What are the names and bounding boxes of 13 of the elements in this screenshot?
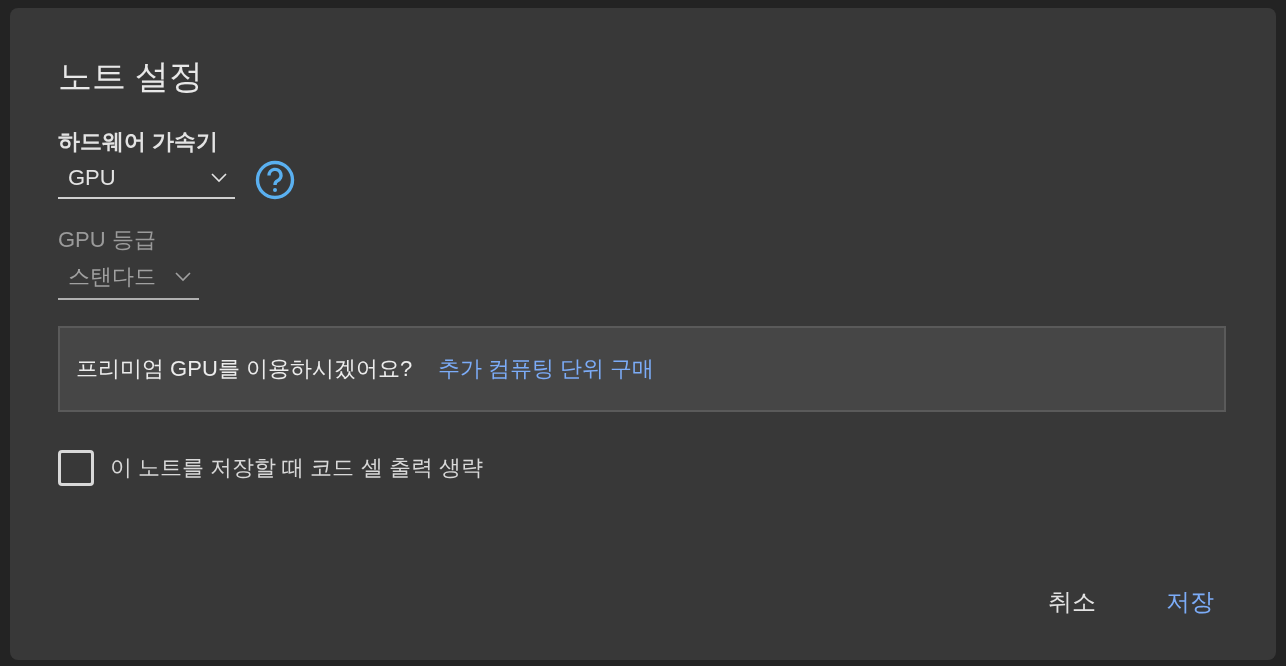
help-icon[interactable]: [255, 160, 295, 200]
field-label: GPU 등급: [58, 226, 157, 254]
checkbox-label: 이 노트를 저장할 때 코드 셀 출력 생략: [110, 454, 483, 482]
cancel-button[interactable]: 취소: [1034, 578, 1110, 626]
accelerator-dropdown[interactable]: GPU: [58, 161, 235, 199]
caret-icon: [175, 272, 191, 282]
promo-text: 프리미엄 GPU를 이용하시겠어요?: [76, 355, 413, 383]
purchase-link[interactable]: 추가 컴퓨팅 단위 구매: [438, 354, 655, 384]
checkbox[interactable]: [58, 450, 94, 486]
save-button[interactable]: 저장: [1152, 578, 1228, 626]
field-label: 하드웨어 가속기: [58, 128, 220, 156]
dialog-title: 노트 설정: [58, 56, 205, 96]
caret-icon: [211, 173, 227, 183]
